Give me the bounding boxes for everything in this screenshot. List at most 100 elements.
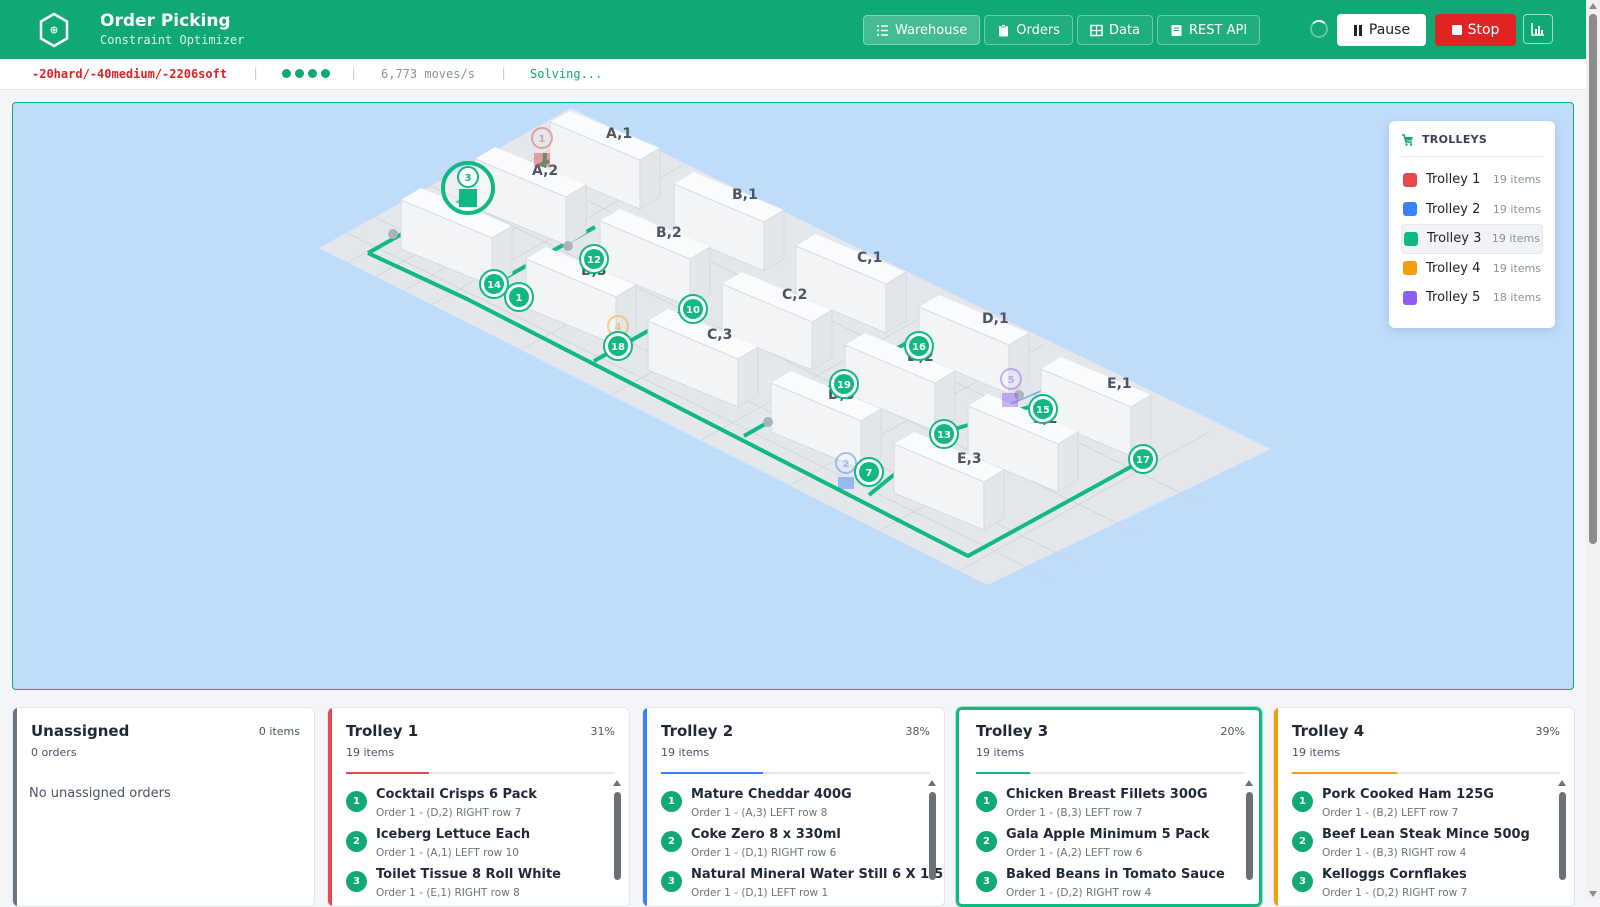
trolley-legend: TROLLEYS Trolley 1 19 items Trolley 2 19… — [1389, 121, 1555, 328]
trolley-3-card[interactable]: Trolley 3 19 items 20% 1 Chicken Breast F… — [955, 706, 1263, 907]
legend-item-trolley-3[interactable]: Trolley 3 19 items — [1401, 224, 1543, 254]
scroll-up-icon[interactable] — [1589, 3, 1597, 9]
color-swatch — [1403, 290, 1417, 305]
legend-title: TROLLEYS — [1422, 133, 1488, 146]
route-stop[interactable]: 7 — [854, 457, 884, 487]
route-stop[interactable]: 19 — [829, 369, 859, 399]
status-divider: | — [252, 66, 260, 80]
item-location: Order 1 - (A,1) LEFT row 10 — [376, 847, 519, 859]
list-item[interactable]: 2 Beef Lean Steak Mince 500g Order 1 - (B,… — [1292, 826, 1562, 866]
stop-icon — [1451, 25, 1462, 35]
legend-item-trolley-2[interactable]: Trolley 2 19 items — [1401, 195, 1543, 225]
list-item[interactable]: 1 Cocktail Crisps 6 Pack Order 1 - (D,2) R… — [346, 786, 616, 826]
stop-button[interactable]: Stop — [1435, 14, 1516, 46]
list-item[interactable]: 2 Gala Apple Minimum 5 Pack Order 1 - (A,2… — [976, 826, 1246, 866]
list-item[interactable]: 3 Natural Mineral Water Still 6 X 1.5Ltr O… — [661, 866, 944, 906]
card-progress-percent: 20% — [1220, 725, 1245, 738]
route-stop[interactable]: 13 — [929, 419, 959, 449]
legend-item-count: 19 items — [1491, 232, 1540, 246]
main-nav: Warehouse Orders Data REST API — [863, 15, 1261, 45]
book-icon — [1171, 24, 1182, 36]
scroll-up-icon[interactable] — [928, 780, 936, 786]
scroll-thumb[interactable] — [929, 792, 936, 880]
trolley-1-card[interactable]: Trolley 1 19 items 31% 1 Cocktail Crisps … — [327, 707, 630, 907]
app-logo-icon — [39, 12, 69, 48]
trolley-icon — [1402, 133, 1413, 146]
unassigned-card[interactable]: Unassigned 0 orders 0 items No unassigne… — [12, 707, 315, 907]
scroll-thumb[interactable] — [1246, 792, 1253, 880]
legend-item-trolley-4[interactable]: Trolley 4 19 items — [1401, 254, 1543, 284]
route-stop[interactable]: 14 — [479, 269, 509, 299]
scroll-up-icon[interactable] — [1245, 780, 1253, 786]
pause-button[interactable]: Pause — [1337, 14, 1426, 46]
card-accent — [13, 708, 17, 906]
trolley-4-card[interactable]: Trolley 4 19 items 39% 1 Pork Cooked Ham … — [1273, 707, 1575, 907]
trolley-2-card[interactable]: Trolley 2 19 items 38% 1 Mature Cheddar 4… — [642, 707, 945, 907]
route-stop[interactable]: 12 — [579, 244, 609, 274]
item-name: Natural Mineral Water Still 6 X 1.5Ltr — [691, 867, 945, 882]
scroll-down-icon[interactable] — [1589, 891, 1597, 897]
legend-item-count: 18 items — [1492, 291, 1541, 305]
card-title: Trolley 3 — [976, 722, 1049, 740]
route-stop[interactable]: 17 — [1128, 444, 1158, 474]
pause-icon — [1353, 24, 1362, 36]
scroll-up-icon[interactable] — [1558, 780, 1566, 786]
svg-text:10: 10 — [686, 305, 700, 316]
item-location: Order 1 - (D,1) RIGHT row 6 — [691, 847, 837, 859]
list-item[interactable]: 3 Kelloggs Cornflakes Order 1 - (D,2) RIGH… — [1292, 866, 1562, 906]
card-title: Unassigned — [31, 722, 130, 740]
tab-orders[interactable]: Orders — [984, 15, 1073, 45]
legend-item-label: Trolley 5 — [1426, 290, 1481, 306]
card-title: Trolley 2 — [661, 722, 734, 740]
shelf-label-c3: C,3 — [707, 327, 732, 343]
trolley-3-marker[interactable]: 3 — [441, 161, 495, 215]
list-item[interactable]: 3 Toilet Tissue 8 Roll White Order 1 - (E,… — [346, 866, 616, 906]
item-name: Toilet Tissue 8 Roll White — [376, 867, 561, 882]
svg-text:3: 3 — [465, 173, 472, 184]
route-stop[interactable]: 16 — [904, 331, 934, 361]
item-name: Kelloggs Cornflakes — [1322, 867, 1467, 882]
solver-activity-indicator — [282, 69, 330, 78]
status-divider: | — [350, 66, 358, 80]
card-scrollbar[interactable] — [1558, 780, 1566, 895]
item-name: Gala Apple Minimum 5 Pack — [1006, 827, 1210, 842]
legend-item-trolley-5[interactable]: Trolley 5 18 items — [1401, 283, 1543, 313]
svg-text:1: 1 — [516, 293, 523, 304]
scroll-up-icon[interactable] — [613, 780, 621, 786]
route-stop[interactable]: 18 — [603, 331, 633, 361]
page-scroll-thumb[interactable] — [1589, 14, 1597, 544]
svg-text:15: 15 — [1036, 405, 1050, 416]
card-scrollbar[interactable] — [1245, 780, 1253, 895]
item-number: 1 — [976, 791, 997, 812]
card-subtitle: 0 orders — [31, 746, 77, 759]
card-scrollbar[interactable] — [613, 780, 621, 895]
shelf-label-b2: B,2 — [656, 225, 682, 241]
list-item[interactable]: 1 Mature Cheddar 400G Order 1 - (A,3) LEFT… — [661, 786, 931, 826]
list-icon — [877, 24, 888, 36]
svg-text:16: 16 — [912, 342, 926, 353]
svg-text:7: 7 — [866, 468, 873, 479]
legend-item-trolley-1[interactable]: Trolley 1 19 items — [1401, 165, 1543, 195]
list-item[interactable]: 2 Iceberg Lettuce Each Order 1 - (A,1) LEF… — [346, 826, 616, 866]
scroll-thumb[interactable] — [1559, 792, 1566, 880]
scroll-thumb[interactable] — [614, 792, 621, 880]
tab-data[interactable]: Data — [1076, 15, 1154, 45]
card-progress-percent: 38% — [905, 725, 930, 738]
svg-text:17: 17 — [1136, 455, 1150, 466]
moves-per-second: 6,773 moves/s — [381, 67, 475, 81]
list-item[interactable]: 1 Pork Cooked Ham 125G Order 1 - (B,2) LEF… — [1292, 786, 1562, 826]
chart-button[interactable] — [1523, 14, 1553, 44]
card-scrollbar[interactable] — [928, 780, 936, 895]
card-subtitle: 19 items — [346, 746, 395, 759]
list-item[interactable]: 3 Baked Beans in Tomato Sauce Order 1 - (D… — [976, 866, 1246, 904]
route-stop[interactable]: 15 — [1028, 394, 1058, 424]
tab-rest-api[interactable]: REST API — [1157, 15, 1261, 45]
tab-warehouse[interactable]: Warehouse — [863, 15, 981, 45]
list-item[interactable]: 2 Coke Zero 8 x 330ml Order 1 - (D,1) RIGH… — [661, 826, 931, 866]
route-stop[interactable]: 10 — [678, 294, 708, 324]
status-divider: | — [500, 66, 508, 80]
warehouse-map[interactable]: A,1 A,2 B,1 B,2 B,3 C,1 C,2 C,3 D,1 D,2 … — [12, 102, 1574, 690]
page-scrollbar[interactable] — [1586, 0, 1600, 900]
list-item[interactable]: 1 Chicken Breast Fillets 300G Order 1 - (B… — [976, 786, 1246, 826]
route-stop[interactable]: 1 — [504, 282, 534, 312]
